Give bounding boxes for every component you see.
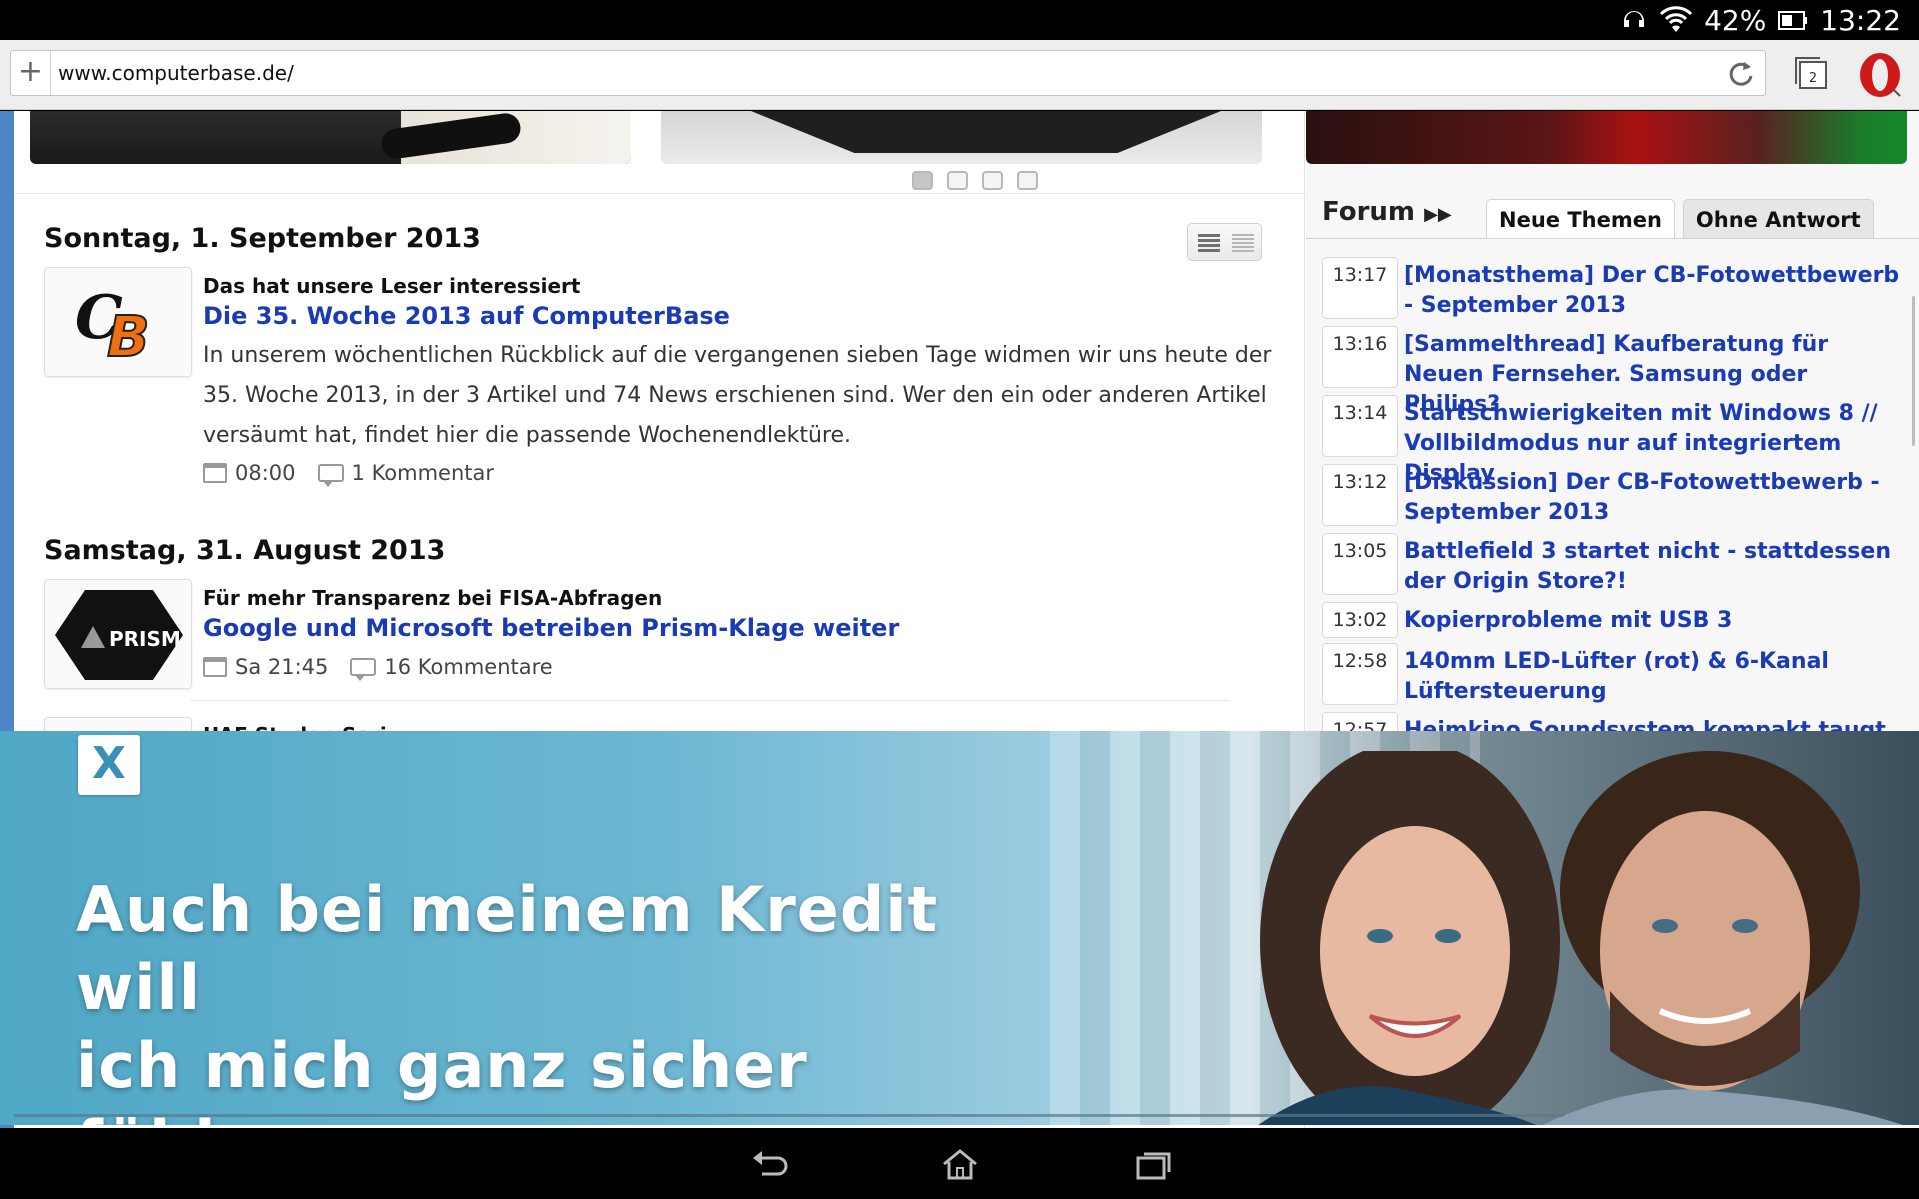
article-thumbnail[interactable]: PRISM xyxy=(44,579,192,689)
slider-pagination xyxy=(912,171,1038,190)
comment-count-link[interactable]: 16 Kommentare xyxy=(384,655,552,679)
slider-image[interactable] xyxy=(30,111,631,164)
thread-time: 13:16 xyxy=(1322,326,1398,388)
svg-text:B: B xyxy=(107,305,150,370)
forum-scrollbar[interactable] xyxy=(1912,296,1915,446)
home-icon[interactable] xyxy=(940,1148,980,1180)
article-thumbnail[interactable]: C B xyxy=(44,267,192,377)
slider-dot[interactable] xyxy=(1017,171,1038,190)
ad-slogan: Auch bei meinem Kredit will ich mich gan… xyxy=(76,871,1056,1125)
list-view-icon[interactable] xyxy=(1198,234,1220,252)
thread-time: 13:05 xyxy=(1322,533,1398,595)
tabs-icon: 2 xyxy=(1795,57,1827,89)
slider-image[interactable] xyxy=(661,111,1262,164)
day-heading: Samstag, 31. August 2013 xyxy=(44,535,446,566)
thread-time: 13:12 xyxy=(1322,464,1398,526)
article-time: Sa 21:45 xyxy=(235,655,329,679)
slider-divider xyxy=(14,193,1319,194)
thread-time: 13:02 xyxy=(1322,602,1398,638)
article-meta: Sa 21:45 16 Kommentare xyxy=(203,655,553,681)
tabs-button[interactable]: 2 xyxy=(1792,54,1830,90)
forward-arrows-icon: ▶▶ xyxy=(1424,204,1452,225)
ad-slogan-line-1: Auch bei meinem Kredit will xyxy=(76,873,939,1024)
tab-neue-themen[interactable]: Neue Themen xyxy=(1486,199,1675,239)
article-headline-link[interactable]: Google und Microsoft betreiben Prism-Kla… xyxy=(203,614,899,642)
wifi-icon xyxy=(1660,6,1693,32)
thread-title[interactable]: [Monatsthema] Der CB-Fotowettbewerb - Se… xyxy=(1404,261,1904,321)
slider-dot[interactable] xyxy=(982,171,1003,190)
slider-image[interactable] xyxy=(1306,111,1907,164)
browser-toolbar: + www.computerbase.de/ 2 xyxy=(0,40,1919,110)
comment-count-link[interactable]: 1 Kommentar xyxy=(352,461,495,485)
article-divider xyxy=(190,700,1230,701)
recent-apps-icon[interactable] xyxy=(1133,1148,1173,1180)
opera-menu-button[interactable] xyxy=(1856,50,1906,100)
article-headline-link[interactable]: Die 35. Woche 2013 auf ComputerBase xyxy=(203,302,730,330)
forum-tabs-divider xyxy=(1306,238,1919,239)
article-kicker: Das hat unsere Leser interessiert xyxy=(203,274,581,298)
ad-close-button[interactable]: X xyxy=(78,735,140,795)
article-time: 08:00 xyxy=(235,461,296,485)
calendar-icon xyxy=(203,463,227,483)
thread-title[interactable]: Battlefield 3 startet nicht - stattdesse… xyxy=(1404,537,1904,597)
article-teaser: In unserem wöchentlichen Rückblick auf d… xyxy=(203,343,1272,448)
thread-title[interactable]: [Diskussion] Der CB-Fotowettbewerb - Sep… xyxy=(1404,468,1904,528)
back-icon[interactable] xyxy=(750,1148,790,1180)
comment-icon xyxy=(350,658,377,681)
prism-thumb-text: PRISM xyxy=(109,627,181,651)
calendar-icon xyxy=(203,657,227,677)
prism-logo-icon: PRISM xyxy=(55,590,183,680)
slider-dot[interactable] xyxy=(947,171,968,190)
speed-dial-button[interactable]: + xyxy=(11,51,51,95)
compact-view-icon[interactable] xyxy=(1232,234,1254,252)
article-meta: 08:00 1 Kommentar xyxy=(203,461,495,487)
forum-title: Forum xyxy=(1322,197,1415,227)
forum-tabs: Neue Themen Ohne Antwort xyxy=(1486,199,1874,239)
ad-slogan-line-2: ich mich ganz sicher fühlen. xyxy=(76,1029,808,1125)
thread-time: 13:17 xyxy=(1322,257,1398,319)
opera-logo-icon xyxy=(1860,53,1901,97)
battery-icon xyxy=(1778,11,1808,30)
computerbase-logo-icon: C B xyxy=(75,283,151,371)
url-text[interactable]: www.computerbase.de/ xyxy=(58,51,294,95)
status-bar: 42% 13:22 xyxy=(0,0,1919,40)
view-mode-toggle[interactable] xyxy=(1187,223,1262,261)
ad-photo-man xyxy=(1542,751,1903,1125)
tab-ohne-antwort[interactable]: Ohne Antwort xyxy=(1682,199,1874,239)
headset-notification-icon xyxy=(1624,11,1645,27)
thread-time: 13:14 xyxy=(1322,395,1398,457)
thread-time: 12:58 xyxy=(1322,643,1398,705)
ad-bottom-line xyxy=(14,1114,1564,1117)
forum-heading[interactable]: Forum ▶▶ xyxy=(1322,197,1452,227)
thread-title[interactable]: Kopierprobleme mit USB 3 xyxy=(1404,606,1904,636)
comment-icon xyxy=(317,464,344,487)
battery-percent: 42% xyxy=(1704,3,1767,37)
slider-dot[interactable] xyxy=(912,171,933,190)
tab-count: 2 xyxy=(1809,71,1817,86)
clock: 13:22 xyxy=(1820,3,1901,37)
system-navigation-bar xyxy=(0,1128,1919,1199)
address-bar[interactable]: + www.computerbase.de/ xyxy=(10,50,1766,96)
thread-title[interactable]: 140mm LED-Lüfter (rot) & 6-Kanal Lüfters… xyxy=(1404,647,1904,707)
reload-icon[interactable] xyxy=(1727,59,1755,87)
day-heading: Sonntag, 1. September 2013 xyxy=(44,223,481,254)
article-kicker: Für mehr Transparenz bei FISA-Abfragen xyxy=(203,586,663,610)
ad-banner[interactable]: X Auch bei meinem Kredit will ich mich g… xyxy=(0,731,1919,1125)
